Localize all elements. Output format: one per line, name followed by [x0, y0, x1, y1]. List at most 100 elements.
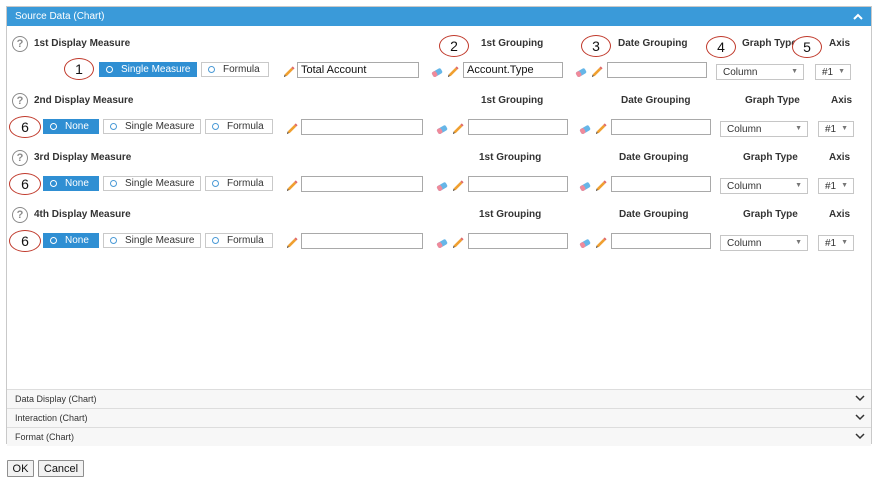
graph-type-select-4[interactable]: Column ▼ — [720, 235, 808, 251]
pencil-icon[interactable] — [452, 122, 465, 135]
radio-icon — [110, 237, 117, 244]
callout-6: 6 — [9, 116, 41, 138]
measure-title-3: 3rd Display Measure — [34, 152, 132, 163]
date-grouping-label-2: Date Grouping — [621, 95, 691, 106]
pencil-icon[interactable] — [286, 122, 299, 135]
first-grouping-label-4: 1st Grouping — [479, 209, 542, 220]
ok-button[interactable]: OK — [7, 460, 34, 477]
section-data-display[interactable]: Data Display (Chart) — [7, 389, 871, 408]
option-single-measure-1[interactable]: Single Measure — [99, 62, 197, 77]
callout-6: 6 — [9, 230, 41, 252]
pencil-icon[interactable] — [286, 236, 299, 249]
graph-type-select-2[interactable]: Column ▼ — [720, 121, 808, 137]
callout-6: 6 — [9, 173, 41, 195]
help-icon[interactable]: ? — [12, 36, 28, 52]
radio-icon — [50, 180, 57, 187]
radio-icon — [208, 66, 215, 73]
chevron-down-icon: ▼ — [841, 125, 848, 132]
callout-5: 5 — [792, 36, 822, 58]
chevron-up-icon[interactable] — [851, 9, 865, 23]
option-formula-3[interactable]: Formula — [205, 176, 273, 191]
pencil-icon[interactable] — [452, 179, 465, 192]
first-grouping-label-1: 1st Grouping — [481, 38, 544, 49]
first-grouping-label-2: 1st Grouping — [481, 95, 544, 106]
chevron-down-icon: ▼ — [795, 125, 802, 132]
pencil-icon[interactable] — [452, 236, 465, 249]
radio-icon — [110, 180, 117, 187]
option-single-measure-4[interactable]: Single Measure — [103, 233, 201, 248]
date-grouping-label-3: Date Grouping — [619, 152, 689, 163]
radio-icon — [212, 123, 219, 130]
measure-input-2[interactable] — [301, 119, 423, 135]
option-none-2[interactable]: None — [43, 119, 99, 134]
axis-select-1[interactable]: #1 ▼ — [815, 64, 851, 80]
eraser-icon[interactable] — [579, 236, 592, 249]
grouping-input-4[interactable] — [468, 233, 568, 249]
eraser-icon[interactable] — [436, 236, 449, 249]
chevron-down-icon: ▼ — [838, 68, 845, 75]
panel-header[interactable]: Source Data (Chart) — [7, 7, 871, 26]
date-grouping-input-1[interactable] — [607, 62, 707, 78]
measure-input-3[interactable] — [301, 176, 423, 192]
measure-input-1[interactable] — [297, 62, 419, 78]
measure-title-2: 2nd Display Measure — [34, 95, 134, 106]
axis-select-4[interactable]: #1 ▼ — [818, 235, 854, 251]
chevron-down-icon[interactable] — [855, 394, 865, 404]
option-single-measure-3[interactable]: Single Measure — [103, 176, 201, 191]
chevron-down-icon: ▼ — [841, 239, 848, 246]
grouping-input-3[interactable] — [468, 176, 568, 192]
measure-title-4: 4th Display Measure — [34, 209, 131, 220]
option-none-4[interactable]: None — [43, 233, 99, 248]
grouping-input-1[interactable] — [463, 62, 563, 78]
option-none-3[interactable]: None — [43, 176, 99, 191]
date-grouping-input-2[interactable] — [611, 119, 711, 135]
date-grouping-input-3[interactable] — [611, 176, 711, 192]
callout-3: 3 — [581, 35, 611, 57]
help-icon[interactable]: ? — [12, 150, 28, 166]
help-icon[interactable]: ? — [12, 207, 28, 223]
radio-icon — [50, 237, 57, 244]
option-formula-4[interactable]: Formula — [205, 233, 273, 248]
section-interaction[interactable]: Interaction (Chart) — [7, 408, 871, 427]
radio-icon — [110, 123, 117, 130]
date-grouping-label-1: Date Grouping — [618, 38, 688, 49]
axis-select-3[interactable]: #1 ▼ — [818, 178, 854, 194]
pencil-icon[interactable] — [595, 236, 608, 249]
axis-label-3: Axis — [829, 152, 851, 163]
axis-select-2[interactable]: #1 ▼ — [818, 121, 854, 137]
section-format[interactable]: Format (Chart) — [7, 427, 871, 446]
chevron-down-icon: ▼ — [795, 182, 802, 189]
option-formula-2[interactable]: Formula — [205, 119, 273, 134]
callout-1: 1 — [64, 58, 94, 80]
option-single-measure-2[interactable]: Single Measure — [103, 119, 201, 134]
radio-icon — [212, 237, 219, 244]
graph-type-select-1[interactable]: Column ▼ — [716, 64, 804, 80]
eraser-icon[interactable] — [579, 179, 592, 192]
eraser-icon[interactable] — [436, 179, 449, 192]
chevron-down-icon[interactable] — [855, 432, 865, 442]
cancel-button[interactable]: Cancel — [38, 460, 84, 477]
eraser-icon[interactable] — [431, 65, 444, 78]
eraser-icon[interactable] — [436, 122, 449, 135]
eraser-icon[interactable] — [579, 122, 592, 135]
callout-4: 4 — [706, 36, 736, 58]
eraser-icon[interactable] — [575, 65, 588, 78]
graph-type-label-2: Graph Type — [745, 95, 800, 106]
date-grouping-input-4[interactable] — [611, 233, 711, 249]
pencil-icon[interactable] — [595, 122, 608, 135]
date-grouping-label-4: Date Grouping — [619, 209, 689, 220]
measure-input-4[interactable] — [301, 233, 423, 249]
pencil-icon[interactable] — [447, 65, 460, 78]
pencil-icon[interactable] — [595, 179, 608, 192]
pencil-icon[interactable] — [283, 65, 296, 78]
chevron-down-icon: ▼ — [795, 239, 802, 246]
chevron-down-icon: ▼ — [791, 68, 798, 75]
measure-title-1: 1st Display Measure — [34, 38, 131, 49]
pencil-icon[interactable] — [286, 179, 299, 192]
graph-type-select-3[interactable]: Column ▼ — [720, 178, 808, 194]
help-icon[interactable]: ? — [12, 93, 28, 109]
pencil-icon[interactable] — [591, 65, 604, 78]
grouping-input-2[interactable] — [468, 119, 568, 135]
option-formula-1[interactable]: Formula — [201, 62, 269, 77]
chevron-down-icon[interactable] — [855, 413, 865, 423]
